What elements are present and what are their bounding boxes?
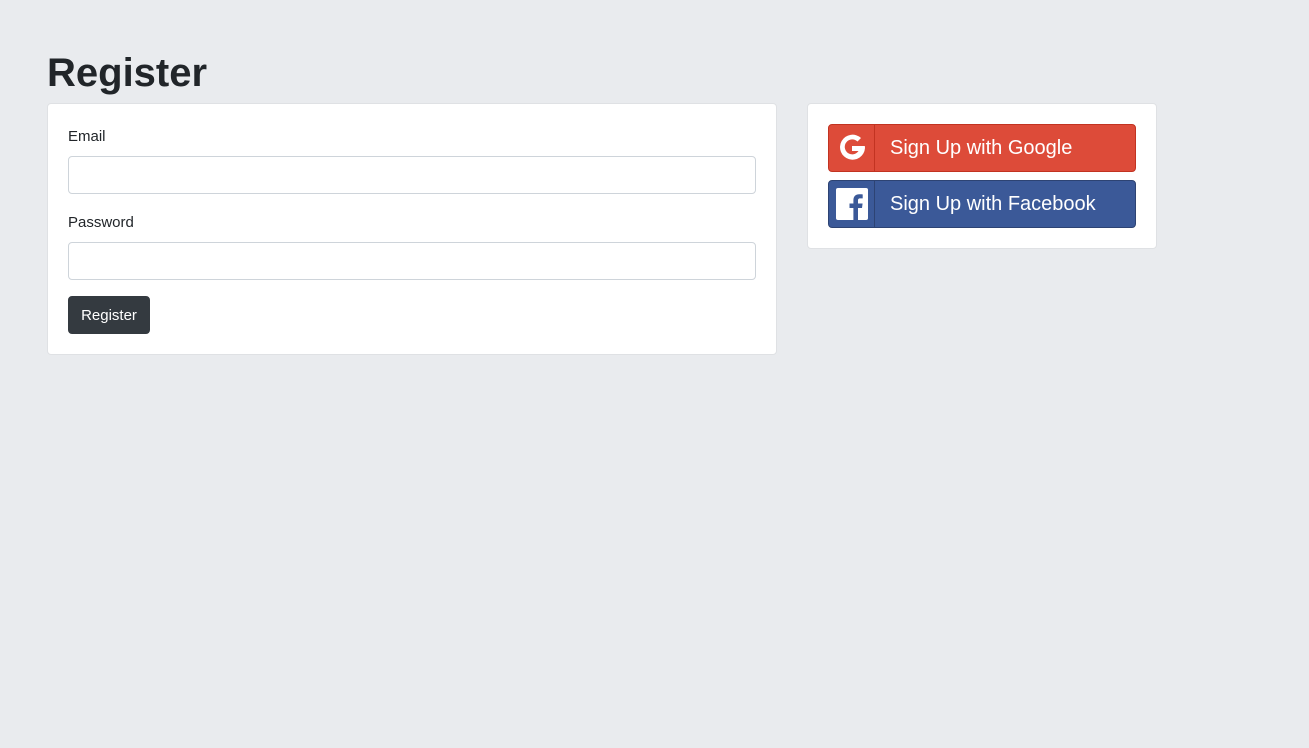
google-signup-button[interactable]: Sign Up with Google <box>828 124 1136 172</box>
page-title: Register <box>47 51 208 95</box>
facebook-icon <box>829 181 875 227</box>
email-label: Email <box>68 128 106 145</box>
facebook-signup-button[interactable]: Sign Up with Facebook <box>828 180 1136 228</box>
register-button[interactable]: Register <box>68 296 150 334</box>
password-field[interactable] <box>68 242 756 280</box>
register-form-card: Email Password Register <box>47 103 777 355</box>
password-label: Password <box>68 214 134 231</box>
google-signup-label: Sign Up with Google <box>890 136 1073 159</box>
facebook-signup-label: Sign Up with Facebook <box>890 192 1096 215</box>
social-signup-card: Sign Up with Google Sign Up with Faceboo… <box>807 103 1157 249</box>
google-icon <box>829 125 875 171</box>
email-field[interactable] <box>68 156 756 194</box>
